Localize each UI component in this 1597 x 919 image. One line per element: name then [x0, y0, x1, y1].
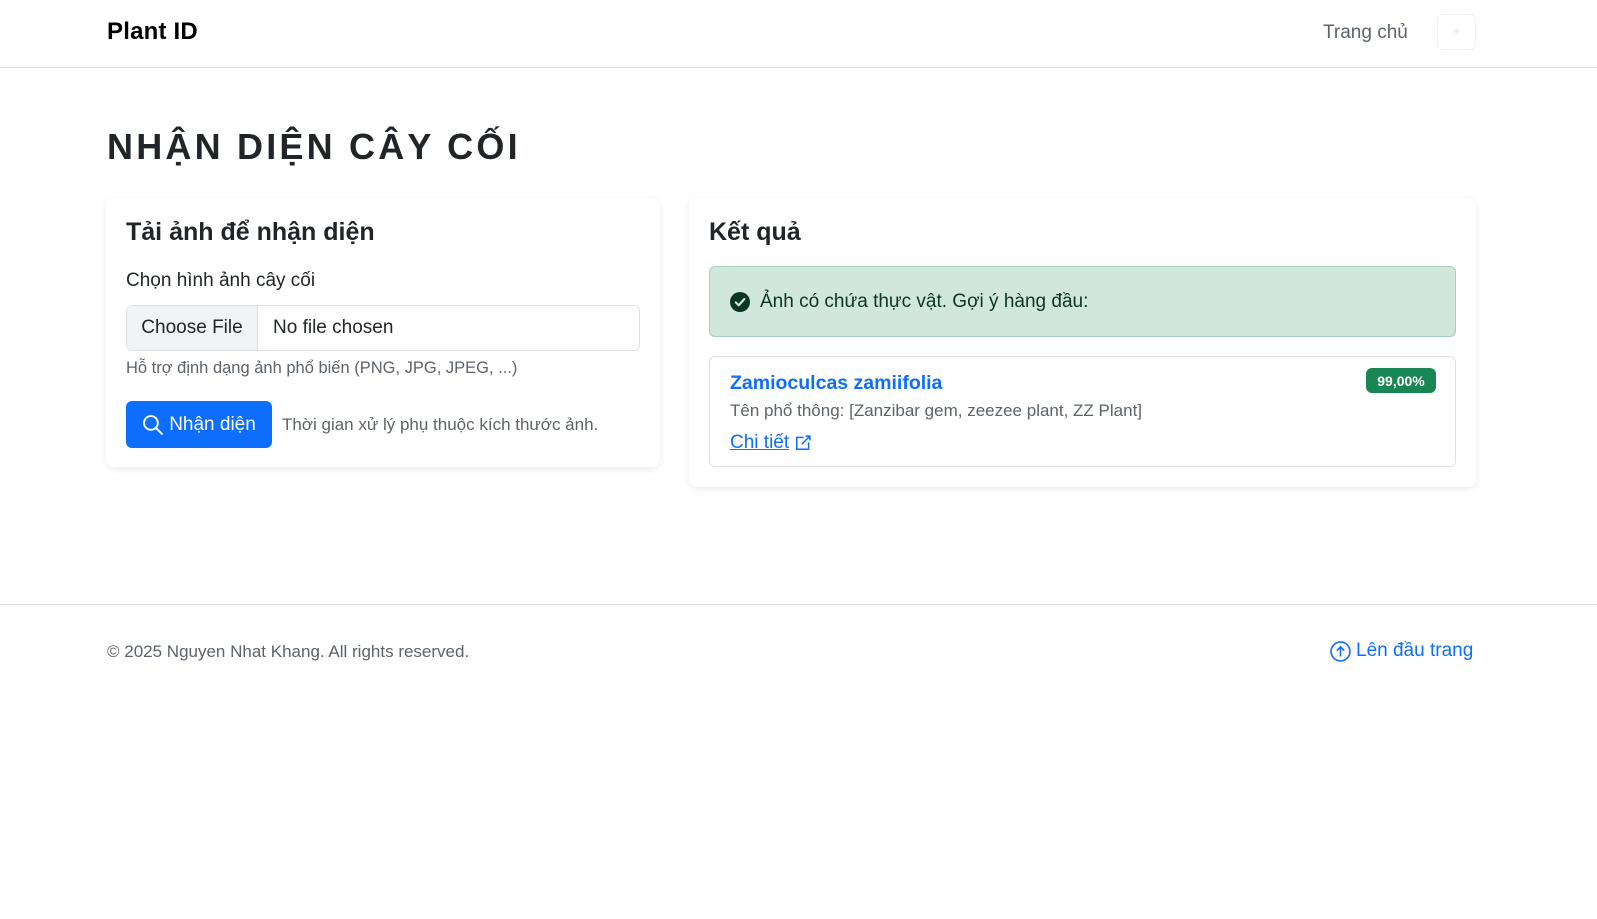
file-input-label: Chọn hình ảnh cây cối — [126, 270, 316, 291]
identify-button-label: Nhận diện — [169, 413, 256, 435]
file-status-text: No file chosen — [273, 317, 394, 338]
result-card-title: Kết quả — [709, 218, 801, 246]
identify-button[interactable]: Nhận diện — [126, 401, 272, 448]
footer: © 2025 Nguyen Nhat Khang. All rights res… — [0, 604, 1597, 704]
navbar: Plant ID Trang chủ ☀ — [0, 0, 1597, 68]
common-names-text: Tên phổ thông: [Zanzibar gem, zeezee pla… — [730, 401, 1143, 420]
search-icon — [143, 414, 164, 435]
sun-icon: ☀ — [1450, 24, 1463, 39]
scientific-name-link[interactable]: Zamioculcas zamiifolia — [730, 372, 942, 395]
file-help-text: Hỗ trợ định dạng ảnh phổ biến (PNG, JPG,… — [126, 359, 518, 377]
external-link-icon — [796, 435, 811, 450]
upload-card: Tải ảnh để nhận diện Chọn hình ảnh cây c… — [106, 198, 660, 467]
success-alert: Ảnh có chứa thực vật. Gợi ý hàng đầu: — [709, 266, 1456, 337]
confidence-badge: 99,00% — [1366, 368, 1436, 393]
choose-file-button[interactable]: Choose File — [127, 306, 258, 350]
file-input[interactable]: Choose File No file chosen — [126, 305, 640, 351]
alert-text: Ảnh có chứa thực vật. Gợi ý hàng đầu: — [760, 290, 1089, 312]
processing-hint: Thời gian xử lý phụ thuộc kích thước ảnh… — [282, 415, 599, 434]
detail-link-label: Chi tiết — [730, 432, 790, 453]
detail-link[interactable]: Chi tiết — [730, 432, 813, 454]
brand-logo[interactable]: Plant ID — [107, 18, 198, 46]
back-to-top-link[interactable]: Lên đầu trang — [1330, 640, 1473, 662]
result-item: Zamioculcas zamiifolia 99,00% Tên phổ th… — [709, 356, 1456, 467]
check-circle-icon — [730, 291, 750, 312]
nav-link-home[interactable]: Trang chủ — [1323, 22, 1408, 44]
page-title: NHẬN DIỆN CÂY CỐI — [107, 126, 521, 167]
back-to-top-label: Lên đầu trang — [1356, 640, 1474, 661]
copyright-text: © 2025 Nguyen Nhat Khang. All rights res… — [107, 642, 470, 661]
arrow-up-circle-icon — [1330, 640, 1351, 662]
upload-card-title: Tải ảnh để nhận diện — [126, 218, 375, 246]
result-card: Kết quả Ảnh có chứa thực vật. Gợi ý hàng… — [689, 198, 1476, 487]
theme-toggle-button[interactable]: ☀ — [1437, 14, 1476, 50]
